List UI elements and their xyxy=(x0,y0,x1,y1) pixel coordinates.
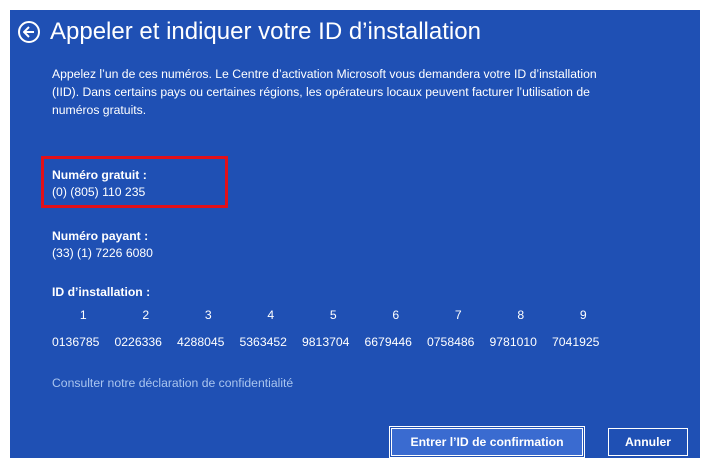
id-index: 4 xyxy=(267,308,275,322)
description-text: Appelez l’un de ces numéros. Le Centre d… xyxy=(52,67,597,117)
activation-dialog: Appeler et indiquer votre ID d’installat… xyxy=(10,10,700,458)
header: Appeler et indiquer votre ID d’installat… xyxy=(18,18,481,46)
paid-label: Numéro payant : xyxy=(52,229,149,243)
id-group: 7041925 xyxy=(552,335,600,349)
id-group: 9781010 xyxy=(489,335,537,349)
page-title: Appeler et indiquer votre ID d’installat… xyxy=(50,18,481,45)
highlight-box xyxy=(41,156,228,208)
back-button[interactable] xyxy=(18,21,40,43)
paid-section: Numéro payant : (33) (1) 7226 6080 xyxy=(52,228,153,262)
id-index: 2 xyxy=(142,308,150,322)
arrow-left-icon xyxy=(23,26,34,38)
id-index: 8 xyxy=(517,308,525,322)
id-index: 1 xyxy=(79,308,87,322)
id-index: 7 xyxy=(454,308,462,322)
id-group: 0226336 xyxy=(114,335,162,349)
paid-number: (33) (1) 7226 6080 xyxy=(52,246,153,260)
privacy-link[interactable]: Consulter notre déclaration de confident… xyxy=(52,376,293,390)
installation-id-indices: 1 2 3 4 5 6 7 8 9 xyxy=(52,308,615,322)
cancel-button[interactable]: Annuler xyxy=(608,428,688,456)
id-index: 6 xyxy=(392,308,400,322)
id-group: 9813704 xyxy=(302,335,350,349)
id-index: 3 xyxy=(204,308,212,322)
installation-id-label: ID d’installation : xyxy=(52,285,151,299)
id-index: 5 xyxy=(329,308,337,322)
enter-confirmation-id-button[interactable]: Entrer l’ID de confirmation xyxy=(389,426,585,458)
id-group: 6679446 xyxy=(364,335,412,349)
id-index: 9 xyxy=(579,308,587,322)
id-group: 0758486 xyxy=(427,335,475,349)
id-group: 0136785 xyxy=(52,335,100,349)
id-group: 4288045 xyxy=(177,335,225,349)
id-group: 5363452 xyxy=(239,335,287,349)
installation-id-groups: 0136785 0226336 4288045 5363452 9813704 … xyxy=(52,335,615,349)
